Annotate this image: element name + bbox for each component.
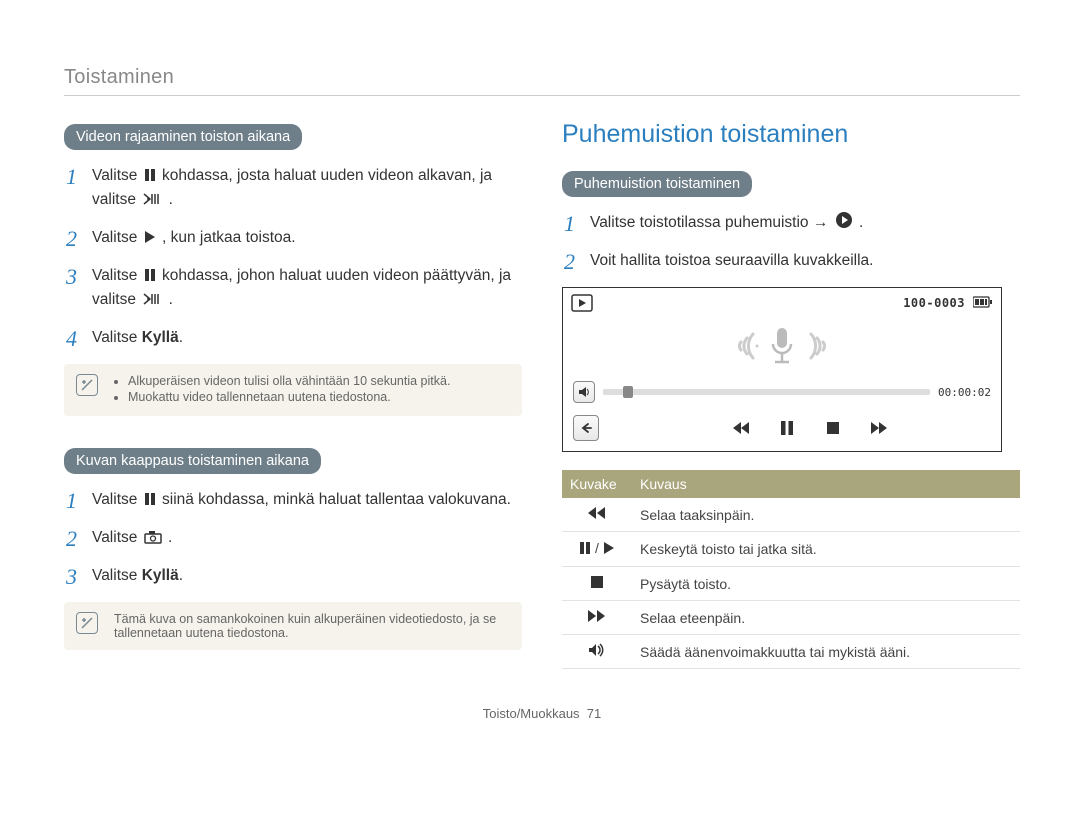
text: .	[169, 191, 173, 208]
pause-icon	[144, 268, 156, 282]
text: Voit hallita toistoa seuraavilla kuvakke…	[590, 252, 873, 269]
capture-step-3: Valitse Kyllä.	[66, 564, 522, 588]
desc: Selaa taaksinpäin.	[632, 498, 1020, 532]
microphone-icon	[767, 324, 797, 371]
trim-step-4: Valitse Kyllä.	[66, 326, 522, 350]
pause-button[interactable]	[775, 420, 799, 436]
text: Valitse	[92, 567, 142, 584]
footer-label: Toisto/Muokkaus	[483, 706, 580, 721]
trim-note: Alkuperäisen videon tulisi olla vähintää…	[64, 364, 522, 416]
right-column: Puhemuistion toistaminen Puhemuistion to…	[562, 120, 1020, 678]
play-circle-icon	[835, 211, 853, 229]
page-footer: Toisto/Muokkaus 71	[64, 706, 1020, 721]
text: Valitse	[92, 167, 142, 184]
col-desc-header: Kuvaus	[632, 470, 1020, 498]
footer-page: 71	[587, 706, 601, 721]
player-visualization	[563, 316, 1001, 377]
note-icon	[76, 374, 98, 396]
forward-button[interactable]	[867, 420, 891, 436]
capture-step-2: Valitse .	[66, 526, 522, 550]
rewind-icon	[587, 506, 607, 520]
trim-steps: Valitse kohdassa, josta haluat uuden vid…	[64, 164, 522, 350]
right-heading: Puhemuistion toistaminen	[562, 120, 1020, 149]
page-section-title: Toistaminen	[64, 66, 1020, 89]
col-icon-header: Kuvake	[562, 470, 632, 498]
text: .	[859, 214, 863, 231]
capture-steps: Valitse siinä kohdassa, minkä haluat tal…	[64, 488, 522, 588]
progress-bar[interactable]	[603, 389, 930, 395]
pause-icon	[144, 492, 156, 506]
volume-button[interactable]	[573, 381, 595, 403]
text: siinä kohdassa, minkä haluat tallentaa v…	[162, 491, 511, 508]
battery-icon	[973, 296, 993, 311]
desc: Selaa eteenpäin.	[632, 601, 1020, 635]
text: .	[169, 291, 173, 308]
text: Valitse	[92, 267, 142, 284]
table-row: / Keskeytä toisto tai jatka sitä.	[562, 532, 1020, 567]
trim-icon	[142, 292, 162, 306]
title-divider	[64, 95, 1020, 96]
memo-step-2: Voit hallita toistoa seuraavilla kuvakke…	[564, 249, 1020, 273]
camera-icon	[144, 530, 162, 544]
sound-waves-right-icon	[803, 324, 851, 371]
playback-mode-icon	[571, 294, 593, 312]
sound-waves-left-icon	[713, 324, 761, 371]
pill-capture: Kuvan kaappaus toistaminen aikana	[64, 448, 321, 474]
table-row: Säädä äänenvoimakkuutta tai mykistä ääni…	[562, 635, 1020, 669]
progress-thumb[interactable]	[623, 386, 633, 398]
memo-step-1: Valitse toistotilassa puhemuistio → .	[564, 211, 1020, 235]
note-line: Muokattu video tallennetaan uutena tiedo…	[128, 390, 508, 404]
note-icon	[76, 612, 98, 634]
left-column: Videon rajaaminen toiston aikana Valitse…	[64, 120, 522, 678]
table-row: Pysäytä toisto.	[562, 567, 1020, 601]
stop-icon	[590, 575, 604, 589]
desc: Keskeytä toisto tai jatka sitä.	[632, 532, 1020, 567]
forward-icon	[587, 609, 607, 623]
text-bold: Kyllä	[142, 329, 179, 346]
back-button[interactable]	[573, 415, 599, 441]
pill-memo-play: Puhemuistion toistaminen	[562, 171, 752, 197]
trim-icon	[142, 192, 162, 206]
text: , kun jatkaa toistoa.	[162, 229, 296, 246]
capture-note: Tämä kuva on samankokoinen kuin alkuperä…	[64, 602, 522, 650]
pause-icon	[144, 168, 156, 182]
table-row: Selaa taaksinpäin.	[562, 498, 1020, 532]
capture-step-1: Valitse siinä kohdassa, minkä haluat tal…	[66, 488, 522, 512]
pill-video-trim: Videon rajaaminen toiston aikana	[64, 124, 302, 150]
text: Valitse	[92, 491, 142, 508]
text: .	[168, 529, 172, 546]
table-row: Selaa eteenpäin.	[562, 601, 1020, 635]
text: Valitse	[92, 529, 142, 546]
trim-step-2: Valitse , kun jatkaa toistoa.	[66, 226, 522, 250]
text: .	[179, 567, 183, 584]
player-status: 100-0003	[903, 296, 993, 311]
text-bold: Kyllä	[142, 567, 179, 584]
text: Valitse toistotilassa puhemuistio →	[590, 214, 833, 231]
text: Valitse	[92, 329, 142, 346]
note-line: Alkuperäisen videon tulisi olla vähintää…	[128, 374, 508, 388]
audio-player: 100-0003	[562, 287, 1002, 452]
trim-step-1: Valitse kohdassa, josta haluat uuden vid…	[66, 164, 522, 212]
play-icon	[144, 230, 156, 244]
desc: Pysäytä toisto.	[632, 567, 1020, 601]
pause-play-icon: /	[579, 540, 615, 556]
icon-description-table: Kuvake Kuvaus Selaa taaksinpäin.	[562, 470, 1020, 669]
text: Valitse	[92, 229, 142, 246]
file-id: 100-0003	[903, 296, 965, 310]
elapsed-time: 00:00:02	[938, 386, 991, 399]
volume-icon	[588, 643, 606, 657]
text: .	[179, 329, 183, 346]
desc: Säädä äänenvoimakkuutta tai mykistä ääni…	[632, 635, 1020, 669]
rewind-button[interactable]	[729, 420, 753, 436]
memo-steps: Valitse toistotilassa puhemuistio → . Vo…	[562, 211, 1020, 273]
stop-button[interactable]	[821, 420, 845, 436]
trim-step-3: Valitse kohdassa, johon haluat uuden vid…	[66, 264, 522, 312]
note-text: Tämä kuva on samankokoinen kuin alkuperä…	[114, 612, 496, 640]
